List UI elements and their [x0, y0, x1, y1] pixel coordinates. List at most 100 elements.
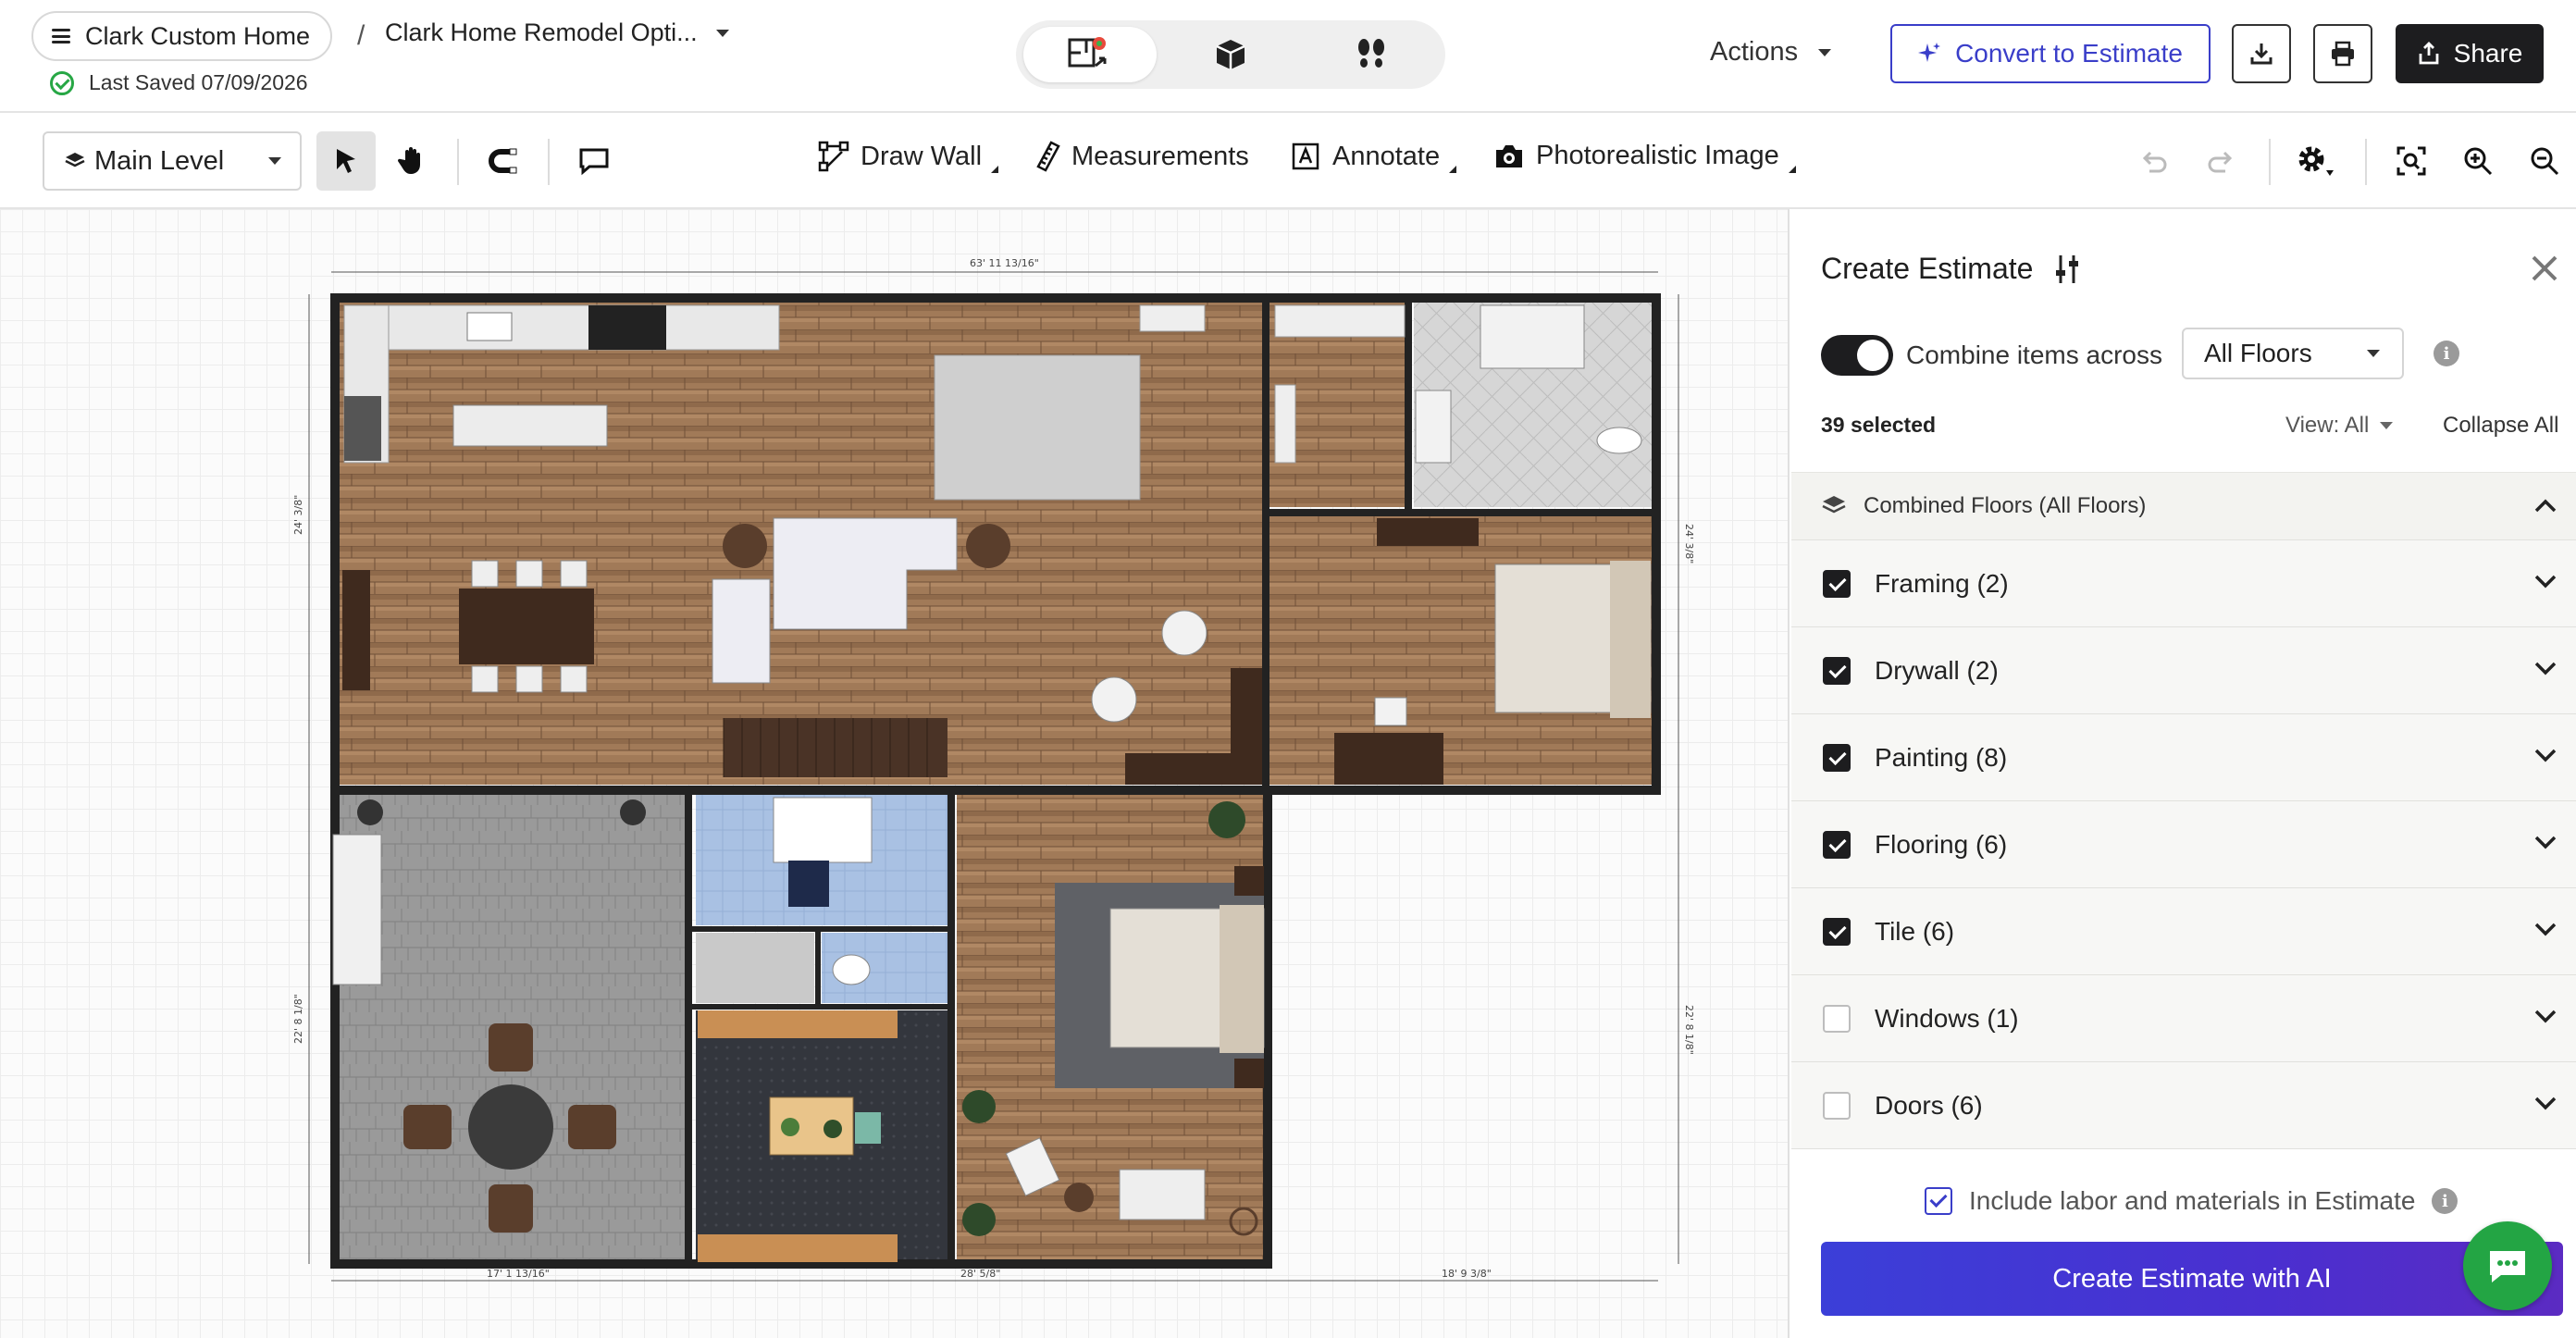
actions-dropdown[interactable]: Actions — [1710, 37, 1832, 68]
floorplan-canvas[interactable]: 63' 11 13/16" 24' 3/8" 22' 8 1/8" 24' 3/… — [0, 209, 1788, 1338]
select-tool[interactable] — [316, 131, 376, 191]
annotate-label: Annotate — [1332, 141, 1441, 171]
category-row-painting[interactable]: Painting (8) — [1791, 714, 2576, 801]
download-button[interactable] — [2232, 24, 2291, 83]
document-title-dropdown[interactable]: Clark Home Remodel Opti... — [385, 19, 729, 47]
floorplan-drawing[interactable] — [0, 209, 1788, 1338]
walkthrough-icon — [1358, 39, 1384, 68]
share-button[interactable]: Share — [2396, 24, 2544, 83]
category-label: Tile (6) — [1875, 916, 1955, 946]
measurements-tool[interactable]: Measurements — [1036, 141, 1249, 172]
share-label: Share — [2453, 39, 2523, 68]
category-row-drywall[interactable]: Drywall (2) — [1791, 627, 2576, 714]
category-row-doors[interactable]: Doors (6) — [1791, 1062, 2576, 1149]
combine-floors-toggle[interactable] — [1821, 335, 1893, 376]
zoom-out-button[interactable] — [2515, 131, 2574, 191]
chevron-down-icon — [2534, 923, 2557, 936]
annotate-tool[interactable]: Annotate — [1290, 141, 1457, 173]
redo-icon — [2208, 151, 2233, 173]
redo-button[interactable] — [2191, 131, 2250, 191]
chevron-down-icon — [715, 29, 729, 37]
view-2d-button[interactable] — [1023, 27, 1157, 82]
checkbox[interactable] — [1823, 830, 1851, 859]
level-select[interactable]: Main Level — [43, 131, 302, 191]
sparkle-icon — [1918, 43, 1941, 62]
category-label: Windows (1) — [1875, 1003, 2019, 1033]
dimension-label-top: 63' 11 13/16" — [970, 257, 1039, 269]
checkbox[interactable] — [1823, 917, 1851, 946]
checkbox[interactable] — [1823, 656, 1851, 685]
dimension-label-left-lower: 22' 8 1/8" — [292, 994, 304, 1044]
dimension-label-bottom-3: 18' 9 3/8" — [1442, 1268, 1492, 1280]
info-icon[interactable]: i — [2434, 341, 2459, 366]
include-labor-option[interactable]: Include labor and materials in Estimate … — [1925, 1186, 2458, 1216]
save-status: Last Saved 07/09/2026 — [50, 70, 308, 95]
convert-label: Convert to Estimate — [1955, 39, 2183, 68]
floor-select-value: All Floors — [2204, 339, 2312, 367]
photorealistic-image-tool[interactable]: Photorealistic Image — [1493, 141, 1796, 173]
magnet-snap-tool[interactable] — [474, 131, 533, 191]
zoom-in-button[interactable] — [2448, 131, 2508, 191]
shower-floor — [696, 933, 814, 1003]
dimension-label-right-upper: 24' 3/8" — [1683, 524, 1695, 564]
breadcrumb-separator: / — [357, 20, 365, 51]
draw-wall-tool[interactable]: Draw Wall — [818, 141, 999, 173]
annotate-icon — [1292, 142, 1319, 170]
view-filter-dropdown[interactable]: View: All — [2285, 413, 2394, 439]
category-row-framing[interactable]: Framing (2) — [1791, 540, 2576, 627]
info-icon[interactable]: i — [2432, 1188, 2458, 1214]
cursor-arrow-icon — [337, 149, 355, 173]
category-row-flooring[interactable]: Flooring (6) — [1791, 801, 2576, 888]
top-bar: Clark Custom Home / Clark Home Remodel O… — [0, 0, 2576, 113]
project-name: Clark Custom Home — [85, 21, 311, 50]
checkbox[interactable] — [1823, 569, 1851, 598]
collapse-all-button[interactable]: Collapse All — [2443, 413, 2558, 439]
chevron-down-icon — [2534, 1096, 2557, 1110]
project-menu-button[interactable]: Clark Custom Home — [31, 11, 333, 61]
floor-select[interactable]: All Floors — [2182, 328, 2404, 379]
chevron-down-icon — [2534, 575, 2557, 588]
camera-icon — [1496, 144, 1522, 167]
convert-to-estimate-button[interactable]: Convert to Estimate — [1890, 24, 2211, 83]
print-button[interactable] — [2313, 24, 2372, 83]
hand-icon — [397, 147, 420, 174]
zoom-out-icon — [2531, 147, 2559, 176]
view-3d-button[interactable] — [1164, 27, 1297, 82]
view-filter-label: View: All — [2285, 413, 2370, 438]
category-row-windows[interactable]: Windows (1) — [1791, 975, 2576, 1062]
pan-tool[interactable] — [383, 131, 442, 191]
focus-frame-icon — [2396, 146, 2426, 176]
last-saved-text: Last Saved 07/09/2026 — [89, 70, 308, 94]
menu-icon — [52, 29, 70, 43]
create-estimate-ai-button[interactable]: Create Estimate with AI — [1821, 1242, 2563, 1316]
category-row-tile[interactable]: Tile (6) — [1791, 888, 2576, 975]
settings-button[interactable] — [2285, 131, 2345, 191]
checkbox[interactable] — [1823, 743, 1851, 772]
toolbar-divider — [2365, 139, 2367, 185]
comment-tool[interactable] — [564, 131, 624, 191]
chevron-down-icon — [2534, 836, 2557, 849]
expand-corner-icon — [991, 166, 999, 173]
include-labor-checkbox[interactable] — [1925, 1187, 1952, 1215]
chat-button[interactable] — [2463, 1221, 2552, 1310]
checkbox[interactable] — [1823, 1091, 1851, 1120]
view-walkthrough-button[interactable] — [1305, 27, 1438, 82]
undo-button[interactable] — [2124, 131, 2184, 191]
checkbox[interactable] — [1823, 1004, 1851, 1033]
comment-icon — [579, 148, 609, 176]
fit-to-screen-button[interactable] — [2382, 131, 2441, 191]
draw-wall-label: Draw Wall — [861, 141, 983, 171]
expand-corner-icon — [1449, 166, 1457, 173]
close-icon[interactable] — [2526, 250, 2563, 287]
sliders-icon[interactable] — [2053, 254, 2081, 285]
group-label: Combined Floors (All Floors) — [1864, 493, 2147, 518]
include-labor-label: Include labor and materials in Estimate — [1969, 1186, 2416, 1215]
combined-floors-group[interactable]: Combined Floors (All Floors) — [1791, 472, 2576, 540]
chevron-down-icon — [2380, 422, 2394, 429]
dimension-label-bottom-2: 28' 5/8" — [960, 1268, 1001, 1280]
ruler-icon — [1036, 141, 1060, 172]
layers-icon — [65, 153, 85, 167]
toolbar-divider — [457, 139, 459, 185]
chevron-down-icon — [2534, 1010, 2557, 1023]
gear-icon — [2298, 146, 2334, 176]
